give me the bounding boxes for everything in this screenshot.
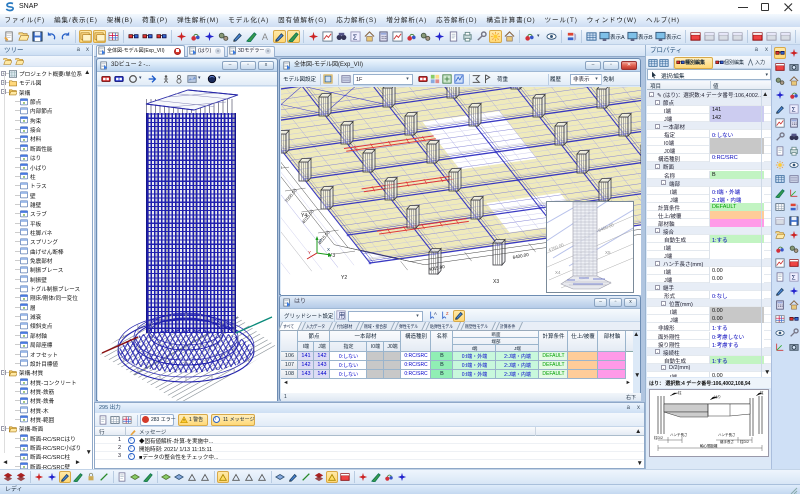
svg-text:用: 用	[339, 312, 346, 320]
svg-text:柱D/2: 柱D/2	[654, 435, 663, 440]
svg-text:軸心間距離: 軸心間距離	[700, 443, 718, 448]
svg-text:はり: はり	[714, 394, 721, 399]
svg-text:柱D/2: 柱D/2	[740, 439, 749, 444]
svg-text:A: A	[262, 32, 269, 42]
svg-text:6400.00: 6400.00	[512, 252, 529, 260]
svg-text:Z: Z	[319, 238, 322, 243]
svg-text:X4: X4	[555, 270, 561, 275]
svg-text:4750.00: 4750.00	[548, 242, 565, 253]
svg-text:A: A	[434, 311, 437, 316]
svg-text:Y: Y	[308, 250, 311, 255]
svg-text:ハンチ長さ: ハンチ長さ	[670, 432, 688, 437]
svg-text:ハンチ長さ: ハンチ長さ	[718, 432, 736, 437]
svg-text:Σ: Σ	[792, 275, 796, 282]
svg-text:X3: X3	[493, 279, 499, 285]
svg-text:継手長さ: 継手長さ	[720, 439, 734, 444]
svg-text:Y2: Y2	[341, 275, 347, 281]
svg-text:Z: Z	[446, 311, 449, 316]
svg-text:柱: 柱	[760, 390, 764, 395]
svg-text:X: X	[327, 247, 330, 252]
svg-text:X5: X5	[605, 250, 611, 255]
svg-text:Σ: Σ	[792, 107, 796, 114]
svg-text:柱: 柱	[678, 390, 682, 395]
svg-text:Y4: Y4	[301, 213, 307, 219]
svg-text:Σ: Σ	[353, 32, 358, 41]
svg-text:6400.00: 6400.00	[598, 222, 615, 233]
